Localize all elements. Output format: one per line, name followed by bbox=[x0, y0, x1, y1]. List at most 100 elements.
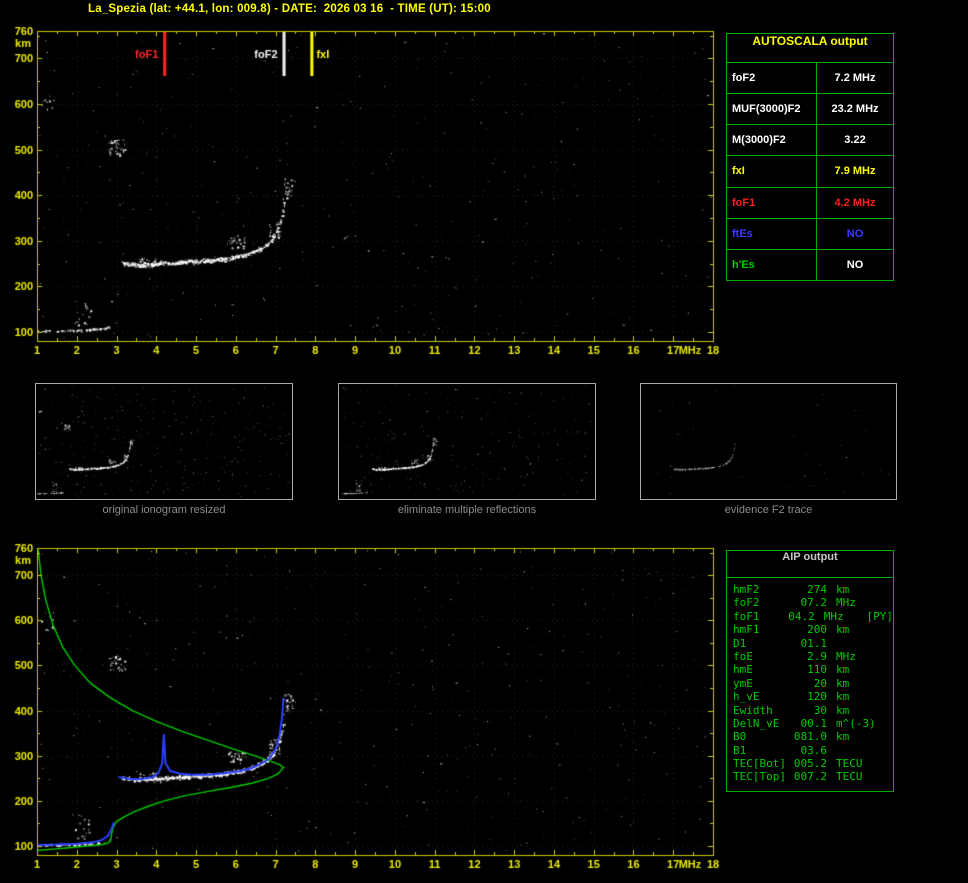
aip-rows: hmF2 274 km foF2 07.2 MHz foF1 04.2 MHz [PY] hmF1 2… bbox=[727, 578, 893, 784]
aip-row-name: TEC[Top] bbox=[733, 770, 786, 784]
aip-row-extra bbox=[884, 650, 885, 663]
autoscala-row-label: M(3000)F2 bbox=[727, 125, 817, 156]
aip-row-name: foE bbox=[733, 649, 753, 663]
aip-row-extra bbox=[884, 677, 885, 690]
autoscala-row: foF2 7.2 MHz bbox=[727, 62, 893, 94]
aip-row: DelN_vE 00.1 m^(-3) bbox=[733, 717, 893, 730]
autoscala-row: M(3000)F2 3.22 bbox=[727, 124, 893, 156]
autoscala-row-value: NO bbox=[846, 258, 864, 271]
aip-row-name: foF2 bbox=[733, 596, 760, 610]
thumbnail-caption: original ionogram resized bbox=[102, 504, 226, 516]
autoscala-row-value: 23.2 MHz bbox=[831, 103, 879, 116]
aip-row-name: ymE bbox=[733, 676, 753, 690]
aip-row-value: 110 bbox=[807, 663, 827, 677]
thumbnail-eliminate-reflections bbox=[338, 383, 596, 500]
aip-row-unit: km bbox=[836, 690, 850, 704]
aip-row-extra bbox=[884, 717, 885, 730]
aip-row-unit: km bbox=[836, 730, 850, 744]
aip-row-name: TEC[Bot] bbox=[733, 757, 786, 771]
aip-row: foF1 04.2 MHz [PY] bbox=[733, 610, 893, 623]
aip-row: B1 03.6 bbox=[733, 744, 893, 757]
aip-row-value: 200 bbox=[807, 623, 827, 637]
autoscala-panel: AUTOSCALA output foF2 7.2 MHz MUF(3000)F… bbox=[726, 33, 894, 281]
aip-row-value: 274 bbox=[807, 583, 827, 596]
aip-row: foE 2.9 MHz bbox=[733, 650, 893, 663]
autoscala-row-label: foF1 bbox=[727, 187, 817, 218]
aip-row: Ewidth 30 km bbox=[733, 704, 893, 717]
aip-row-value: 30 bbox=[813, 703, 827, 717]
autoscala-row-label: foF2 bbox=[727, 63, 817, 94]
aip-row-unit: km bbox=[836, 676, 850, 690]
bottom-ionogram-profile-chart bbox=[0, 538, 724, 883]
autoscala-row-label: MUF(3000)F2 bbox=[727, 94, 817, 125]
aip-row-unit: m^(-3) bbox=[836, 716, 876, 730]
station-header: La_Spezia (lat: +44.1, lon: 009.8) - DAT… bbox=[88, 3, 491, 15]
aip-row-extra bbox=[884, 663, 885, 676]
aip-row-unit: MHz bbox=[823, 609, 844, 623]
aip-row-extra bbox=[884, 770, 885, 783]
aip-row-extra bbox=[884, 730, 885, 743]
autoscala-row: h'Es NO bbox=[727, 248, 893, 280]
aip-row-unit: MHz bbox=[836, 649, 856, 663]
aip-row-unit: km bbox=[836, 663, 850, 677]
aip-row-name: B0 bbox=[733, 730, 747, 744]
aip-row-unit: km bbox=[836, 703, 850, 717]
aip-row-name: Ewidth bbox=[733, 703, 773, 717]
autoscala-row: fxI 7.9 MHz bbox=[727, 155, 893, 187]
aip-row-value: 2.9 bbox=[807, 649, 827, 663]
thumbnail-caption: eliminate multiple reflections bbox=[397, 504, 537, 516]
aip-row-extra bbox=[884, 583, 885, 596]
aip-row-unit: TECU bbox=[836, 757, 863, 771]
aip-row: D1 01.1 bbox=[733, 637, 893, 650]
aip-row-extra bbox=[884, 596, 885, 609]
aip-row-unit: MHz bbox=[836, 596, 856, 610]
aip-row-value: 007.2 bbox=[793, 770, 827, 784]
aip-row-extra: [PY] bbox=[866, 609, 894, 623]
aip-row-extra bbox=[884, 744, 885, 757]
aip-row: hmF2 274 km bbox=[733, 583, 893, 596]
aip-row: B0 081.0 km bbox=[733, 730, 893, 743]
aip-row-value: 20 bbox=[813, 676, 827, 690]
aip-row-name: foF1 bbox=[733, 609, 760, 623]
autoscala-row-label: ftEs bbox=[727, 218, 817, 249]
autoscala-row: ftEs NO bbox=[727, 217, 893, 249]
aip-row-extra bbox=[884, 690, 885, 703]
aip-row-unit: km bbox=[836, 623, 850, 637]
autoscala-row-value: 7.9 MHz bbox=[834, 165, 876, 178]
aip-row: hmF1 200 km bbox=[733, 623, 893, 636]
aip-row-value: 04.2 bbox=[788, 609, 815, 623]
autoscala-row: MUF(3000)F2 23.2 MHz bbox=[727, 93, 893, 125]
autoscala-row-label: fxI bbox=[727, 156, 817, 187]
aip-row-value: 07.2 bbox=[800, 596, 828, 610]
aip-row-value: 01.1 bbox=[800, 636, 828, 650]
aip-row-unit bbox=[827, 637, 884, 650]
aip-row-name: hmE bbox=[733, 663, 753, 677]
aip-row: TEC[Bot] 005.2 TECU bbox=[733, 757, 893, 770]
thumbnail-caption: evidence F2 trace bbox=[724, 504, 813, 516]
aip-row-extra bbox=[884, 623, 885, 636]
autoscala-row-label: h'Es bbox=[727, 249, 817, 280]
aip-panel: AIP output hmF2 274 km foF2 07.2 MHz foF1 04.2 M… bbox=[726, 550, 894, 792]
autoscala-row-value: 4.2 MHz bbox=[834, 196, 876, 209]
aip-row-value: 005.2 bbox=[793, 757, 827, 771]
aip-row-extra bbox=[884, 704, 885, 717]
aip-row-extra bbox=[884, 757, 885, 770]
thumbnail-original-ionogram bbox=[35, 383, 293, 500]
aip-row: ymE 20 km bbox=[733, 677, 893, 690]
aip-row-value: 00.1 bbox=[800, 716, 828, 730]
autoscala-screen: La_Spezia (lat: +44.1, lon: 009.8) - DAT… bbox=[0, 0, 968, 883]
aip-row-name: D1 bbox=[733, 636, 747, 650]
aip-row-unit: km bbox=[836, 583, 850, 596]
aip-title: AIP output bbox=[727, 551, 893, 578]
aip-row-extra bbox=[884, 637, 885, 650]
autoscala-row-value: NO bbox=[846, 227, 864, 240]
autoscala-row: foF1 4.2 MHz bbox=[727, 186, 893, 218]
aip-row: TEC[Top] 007.2 TECU bbox=[733, 770, 893, 783]
aip-row-value: 081.0 bbox=[793, 730, 827, 744]
thumbnail-evidence-f2-trace bbox=[640, 383, 897, 500]
autoscala-row-value: 7.2 MHz bbox=[834, 72, 876, 85]
top-ionogram-chart bbox=[0, 20, 724, 372]
aip-row-value: 120 bbox=[807, 690, 827, 704]
autoscala-row-value: 3.22 bbox=[844, 134, 866, 147]
aip-row-unit: TECU bbox=[836, 770, 863, 784]
